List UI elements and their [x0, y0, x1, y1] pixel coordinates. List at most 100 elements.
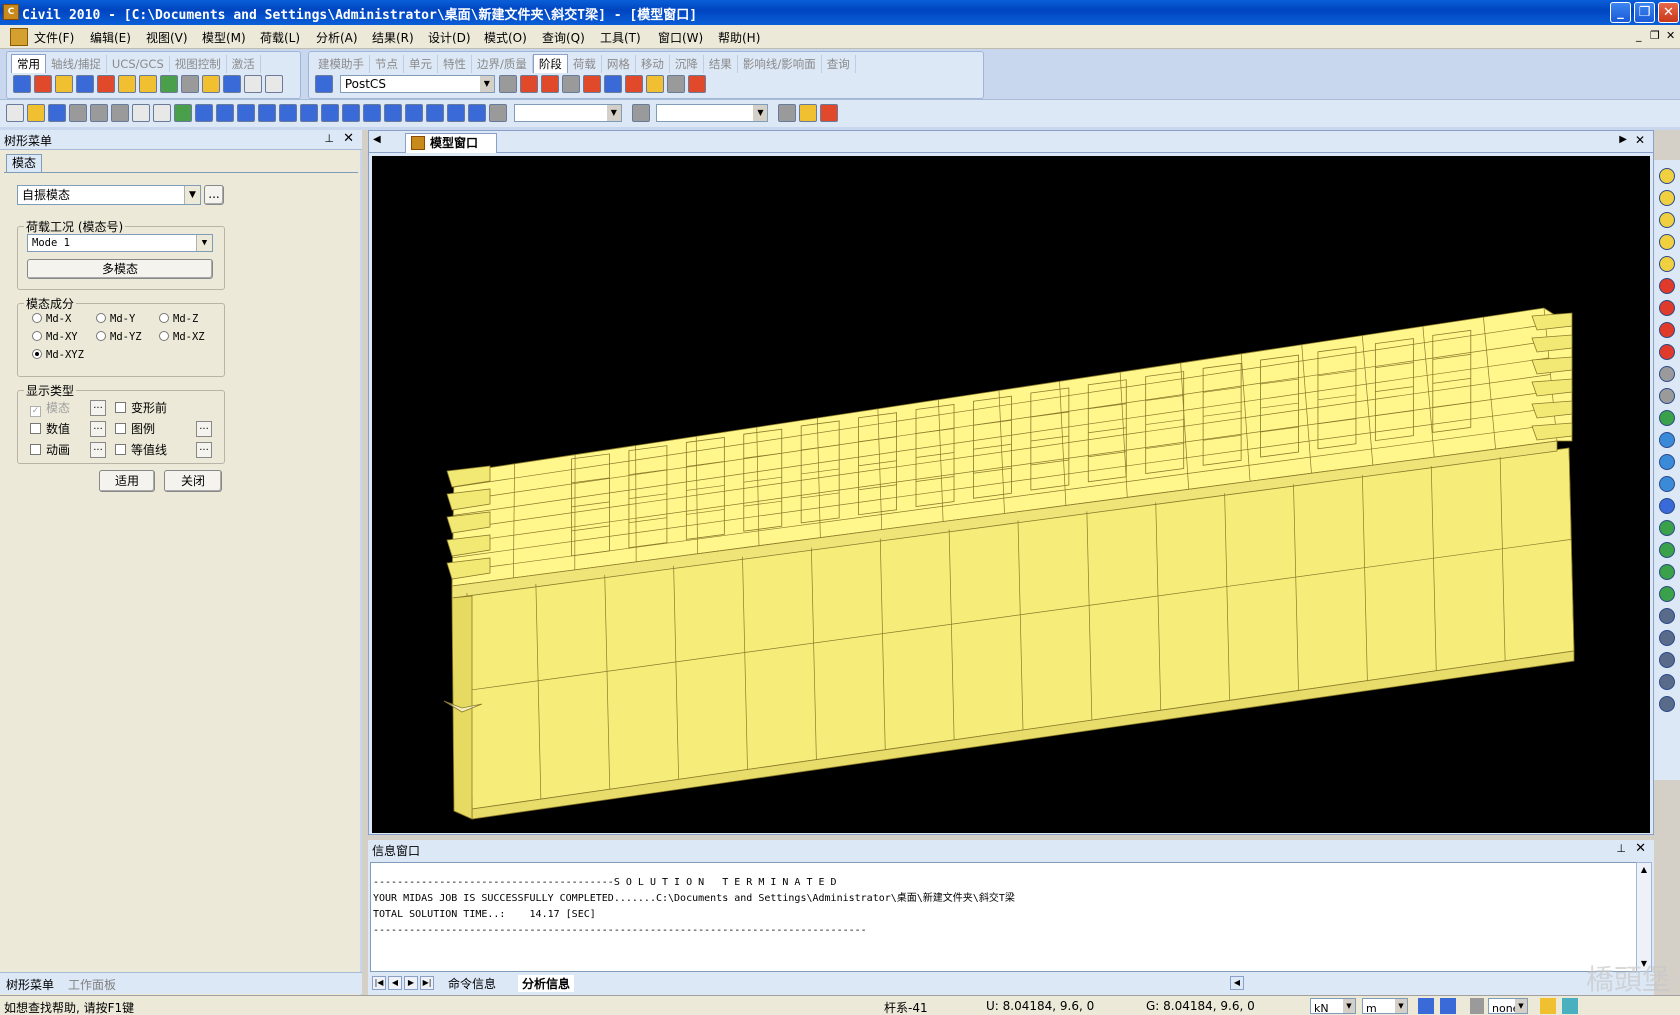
panel-close-icon[interactable]: ✕ — [343, 131, 354, 146]
menu-file[interactable]: 文件(F) — [34, 29, 74, 46]
link-icon[interactable] — [181, 75, 199, 93]
perspective-icon[interactable] — [468, 104, 486, 122]
line-icon[interactable] — [34, 75, 52, 93]
snap-icon[interactable] — [55, 75, 73, 93]
tab-mode[interactable]: 模态 — [6, 154, 42, 172]
active-icon[interactable] — [97, 75, 115, 93]
node-icon[interactable] — [216, 104, 234, 122]
restore-button[interactable]: ❐ — [1634, 2, 1655, 23]
pan-icon[interactable] — [384, 104, 402, 122]
window-select-icon[interactable] — [300, 104, 318, 122]
spring-icon[interactable] — [666, 75, 685, 93]
view-tool-icon-3[interactable] — [1659, 234, 1675, 250]
stage-element-icon[interactable] — [561, 75, 580, 93]
view-tool-icon-18[interactable] — [1659, 564, 1675, 580]
stage-load-icon[interactable] — [519, 75, 538, 93]
group-select[interactable]: ▼ — [513, 104, 622, 122]
view-tool-icon-15[interactable] — [1659, 498, 1675, 514]
pin-icon[interactable]: ⊥ — [324, 132, 334, 145]
help-icon[interactable] — [1540, 998, 1556, 1014]
ribbon-tab-left-2[interactable]: UCS/GCS — [107, 56, 170, 72]
nav-prev-icon[interactable]: ◀ — [388, 976, 402, 990]
midas-civil-icon[interactable]: C — [3, 4, 19, 20]
new-file-icon[interactable] — [6, 104, 24, 122]
hidden-icon[interactable] — [426, 104, 444, 122]
menu-mode[interactable]: 模式(O) — [484, 29, 527, 46]
nav-next-icon[interactable]: ▶ — [404, 976, 418, 990]
ribbon-tab-right-4[interactable]: 边界/质量 — [472, 55, 533, 73]
zoom-icon[interactable] — [405, 104, 423, 122]
view-tool-icon-1[interactable] — [1659, 190, 1675, 206]
contour-options-button[interactable]: ... — [196, 442, 212, 458]
ribbon-tab-right-8[interactable]: 移动 — [636, 55, 670, 73]
mode-type-select[interactable]: 自振模态 ▼ — [17, 185, 201, 205]
checkbox-mode[interactable]: ✓ 模态 — [30, 399, 70, 417]
tab-scroll-left-icon[interactable]: ◀ — [373, 134, 381, 145]
print-icon[interactable] — [132, 104, 150, 122]
shrink-icon[interactable] — [447, 104, 465, 122]
lock-icon[interactable] — [799, 104, 818, 122]
ribbon-tab-left-1[interactable]: 轴线/捕捉 — [46, 55, 107, 73]
view-tool-icon-2[interactable] — [1659, 212, 1675, 228]
redo-icon[interactable] — [111, 104, 129, 122]
lock-active-icon[interactable] — [820, 104, 839, 122]
support-icon[interactable] — [645, 75, 664, 93]
menu-model[interactable]: 模型(M) — [202, 29, 246, 46]
view-tool-icon-11[interactable] — [1659, 410, 1675, 426]
stage-boundary-icon[interactable] — [540, 75, 559, 93]
ribbon-tab-right-5[interactable]: 阶段 — [532, 54, 568, 73]
view-tool-icon-21[interactable] — [1659, 630, 1675, 646]
label-icon[interactable] — [631, 104, 650, 122]
element-icon[interactable] — [237, 104, 255, 122]
view-tool-icon-24[interactable] — [1659, 696, 1675, 712]
frame-icon[interactable] — [76, 75, 94, 93]
menu-edit[interactable]: 编辑(E) — [90, 29, 131, 46]
multi-mode-button[interactable]: 多模态 — [27, 259, 213, 279]
plane-icon[interactable] — [258, 104, 276, 122]
unselect-icon[interactable] — [342, 104, 360, 122]
message-console[interactable]: ----------------------------------------… — [370, 862, 1638, 972]
value-options-button[interactable]: ... — [90, 421, 106, 437]
snap-elem-icon[interactable] — [1440, 998, 1456, 1014]
length-unit-select[interactable]: m ▼ — [1362, 998, 1408, 1015]
view-tool-icon-5[interactable] — [1659, 278, 1675, 294]
ucs-z-icon[interactable] — [265, 75, 283, 93]
activity-icon[interactable] — [489, 104, 507, 122]
tab-command-info[interactable]: 命令信息 — [448, 975, 496, 992]
radio-md-x[interactable]: Md-X — [32, 313, 71, 325]
view-tool-icon-16[interactable] — [1659, 520, 1675, 536]
snap-node-icon[interactable] — [1418, 998, 1434, 1014]
stage-select[interactable]: PostCS ▼ — [339, 75, 495, 93]
tab-work-panel[interactable]: 工作面板 — [68, 976, 116, 993]
menu-tools[interactable]: 工具(T) — [600, 29, 641, 46]
menu-view[interactable]: 视图(V) — [146, 29, 188, 46]
view-tool-icon-8[interactable] — [1659, 344, 1675, 360]
nav-first-icon[interactable]: |◀ — [372, 976, 386, 990]
legend-options-button[interactable]: ... — [196, 421, 212, 437]
model-viewport[interactable] — [372, 156, 1650, 833]
tab-tree-menu[interactable]: 树形菜单 — [6, 976, 54, 993]
view-tool-icon-13[interactable] — [1659, 454, 1675, 470]
checkbox-before-deform[interactable]: 变形前 — [115, 399, 167, 416]
view-tool-icon-0[interactable] — [1659, 168, 1675, 184]
snap-select[interactable]: none ▼ — [1488, 998, 1528, 1015]
view-tool-icon-7[interactable] — [1659, 322, 1675, 338]
mode-options-button[interactable]: ... — [90, 400, 106, 416]
ucs-icon[interactable] — [202, 75, 220, 93]
app-menu-icon[interactable] — [10, 28, 28, 46]
apply-button[interactable]: 适用 — [99, 470, 155, 492]
tab-model-window[interactable]: 模型窗口 — [405, 133, 497, 153]
elem-snap-icon[interactable] — [139, 75, 157, 93]
mdi-close-button[interactable]: ✕ — [1666, 29, 1675, 42]
ribbon-tab-left-4[interactable]: 激活 — [227, 55, 261, 73]
tab-scroll-right-icon[interactable]: ▶ — [1619, 134, 1627, 145]
open-file-icon[interactable] — [27, 104, 45, 122]
ribbon-tab-right-2[interactable]: 单元 — [404, 55, 438, 73]
mode-select[interactable]: Mode 1 ▼ — [27, 234, 213, 252]
delete-icon[interactable] — [69, 104, 87, 122]
stage-prev-icon[interactable] — [498, 75, 517, 93]
link-elem-icon[interactable] — [687, 75, 706, 93]
info-close-icon[interactable]: ✕ — [1635, 841, 1646, 856]
ribbon-tab-right-6[interactable]: 荷载 — [568, 55, 602, 73]
rotate-icon[interactable] — [363, 104, 381, 122]
